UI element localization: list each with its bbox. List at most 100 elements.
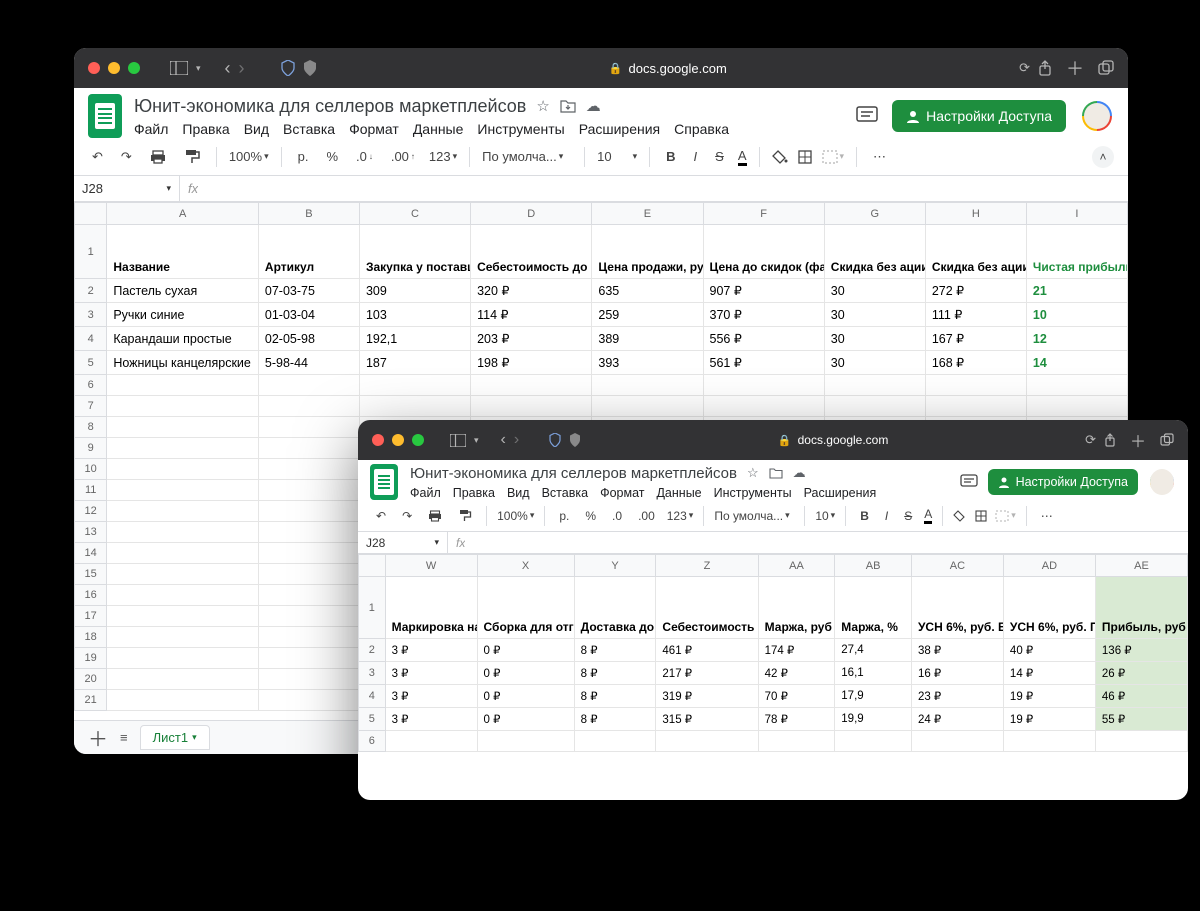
bold-button[interactable]: B <box>662 147 679 166</box>
menu-Правка[interactable]: Правка <box>453 486 495 500</box>
cell[interactable] <box>258 669 359 690</box>
cell[interactable]: 12 <box>1026 327 1127 351</box>
header-cell[interactable]: Закупка у поставщика <box>359 225 470 279</box>
menu-Вставка[interactable]: Вставка <box>283 121 335 137</box>
cell[interactable]: 187 <box>359 351 470 375</box>
header-cell[interactable]: УСН 6%, руб. Без акции <box>911 577 1003 639</box>
col-header[interactable]: I <box>1026 203 1127 225</box>
move-icon[interactable] <box>769 467 783 479</box>
col-header[interactable]: Y <box>574 555 656 577</box>
fullscreen-icon[interactable] <box>128 62 140 74</box>
format-123-button[interactable]: 123▾ <box>429 149 457 164</box>
reload-icon[interactable]: ⟳ <box>1019 60 1030 76</box>
cell[interactable] <box>107 459 259 480</box>
borders-button[interactable] <box>975 510 987 522</box>
cell[interactable]: 136 ₽ <box>1095 639 1187 662</box>
cell[interactable] <box>107 564 259 585</box>
row-header[interactable]: 11 <box>75 480 107 501</box>
header-cell[interactable]: Скидка без ации, % <box>824 225 925 279</box>
avatar[interactable] <box>1148 468 1176 496</box>
cell[interactable] <box>107 648 259 669</box>
print-button[interactable] <box>146 148 170 166</box>
new-tab-icon[interactable]: ＋ <box>1066 55 1084 81</box>
cell[interactable]: 23 ₽ <box>911 685 1003 708</box>
cloud-icon[interactable]: ☁ <box>793 465 806 481</box>
header-cell[interactable]: Себестоимость со всеми расходами без акц… <box>656 577 758 639</box>
cell[interactable]: 3 ₽ <box>385 662 477 685</box>
minimize-icon[interactable] <box>108 62 120 74</box>
tabs-icon[interactable] <box>1098 60 1114 76</box>
col-header[interactable]: X <box>477 555 574 577</box>
cell[interactable] <box>359 396 470 417</box>
fullscreen-icon[interactable] <box>412 434 424 446</box>
row-header[interactable]: 18 <box>75 627 107 648</box>
row-header[interactable]: 19 <box>75 648 107 669</box>
undo-button[interactable]: ↶ <box>372 507 390 525</box>
privacy-icon[interactable] <box>303 60 317 76</box>
cell[interactable]: Ручки синие <box>107 303 259 327</box>
header-cell[interactable]: Маржа, % <box>835 577 912 639</box>
text-color-button[interactable]: A <box>738 148 747 166</box>
cell[interactable]: 70 ₽ <box>758 685 835 708</box>
cell[interactable]: 561 ₽ <box>703 351 824 375</box>
cell[interactable]: 10 <box>1026 303 1127 327</box>
cell[interactable] <box>107 501 259 522</box>
cell[interactable] <box>107 690 259 711</box>
row-header[interactable]: 17 <box>75 606 107 627</box>
cell[interactable] <box>1026 375 1127 396</box>
formula-input[interactable] <box>465 532 1188 553</box>
col-header[interactable]: AA <box>758 555 835 577</box>
row-header[interactable]: 6 <box>75 375 107 396</box>
cell[interactable] <box>107 606 259 627</box>
cell[interactable]: 111 ₽ <box>925 303 1026 327</box>
currency-button[interactable]: р. <box>555 507 573 525</box>
cell[interactable]: 168 ₽ <box>925 351 1026 375</box>
col-header[interactable]: AC <box>911 555 1003 577</box>
cell[interactable]: 30 <box>824 303 925 327</box>
collapse-toolbar-button[interactable]: ˄ <box>1092 146 1114 168</box>
menu-Данные[interactable]: Данные <box>656 486 701 500</box>
cell[interactable]: 0 ₽ <box>477 639 574 662</box>
cell[interactable] <box>471 375 592 396</box>
cell[interactable]: 370 ₽ <box>703 303 824 327</box>
decrease-decimal-button[interactable]: .0 <box>608 507 626 525</box>
new-tab-icon[interactable]: ＋ <box>1130 428 1146 452</box>
sheets-logo-icon[interactable] <box>88 94 122 138</box>
chevron-down-icon[interactable]: ▾ <box>196 63 201 74</box>
currency-button[interactable]: р. <box>294 147 313 166</box>
cell[interactable]: 0 ₽ <box>477 708 574 731</box>
cell[interactable]: 203 ₽ <box>471 327 592 351</box>
star-icon[interactable]: ☆ <box>747 465 759 481</box>
bold-button[interactable]: B <box>856 507 873 525</box>
cell[interactable]: 393 <box>592 351 703 375</box>
privacy-icon[interactable] <box>569 433 581 447</box>
avatar[interactable] <box>1080 99 1114 133</box>
menu-Правка[interactable]: Правка <box>182 121 229 137</box>
col-header[interactable]: G <box>824 203 925 225</box>
borders-button[interactable] <box>798 150 812 164</box>
cell[interactable]: 8 ₽ <box>574 708 656 731</box>
cell[interactable]: 24 ₽ <box>911 708 1003 731</box>
col-header[interactable]: AB <box>835 555 912 577</box>
row-header[interactable]: 13 <box>75 522 107 543</box>
col-header[interactable]: H <box>925 203 1026 225</box>
cell[interactable]: 198 ₽ <box>471 351 592 375</box>
redo-button[interactable]: ↷ <box>117 147 136 167</box>
sheets-logo-icon[interactable] <box>370 464 398 500</box>
cell[interactable]: 14 ₽ <box>1003 662 1095 685</box>
cell[interactable] <box>656 731 758 752</box>
url-bar[interactable]: 🔒 docs.google.com <box>589 433 1077 447</box>
formula-input[interactable] <box>198 176 1128 201</box>
row-header[interactable]: 5 <box>359 708 386 731</box>
row-header[interactable]: 4 <box>359 685 386 708</box>
cell[interactable]: 46 ₽ <box>1095 685 1187 708</box>
sidebar-icon[interactable] <box>170 61 188 75</box>
cell[interactable] <box>1003 731 1095 752</box>
more-button[interactable]: ⋯ <box>869 147 890 167</box>
cell[interactable] <box>1095 731 1187 752</box>
row-header[interactable]: 14 <box>75 543 107 564</box>
cell[interactable]: 16 ₽ <box>911 662 1003 685</box>
row-header[interactable]: 2 <box>359 639 386 662</box>
cell[interactable] <box>107 627 259 648</box>
cell[interactable]: 19 ₽ <box>1003 708 1095 731</box>
